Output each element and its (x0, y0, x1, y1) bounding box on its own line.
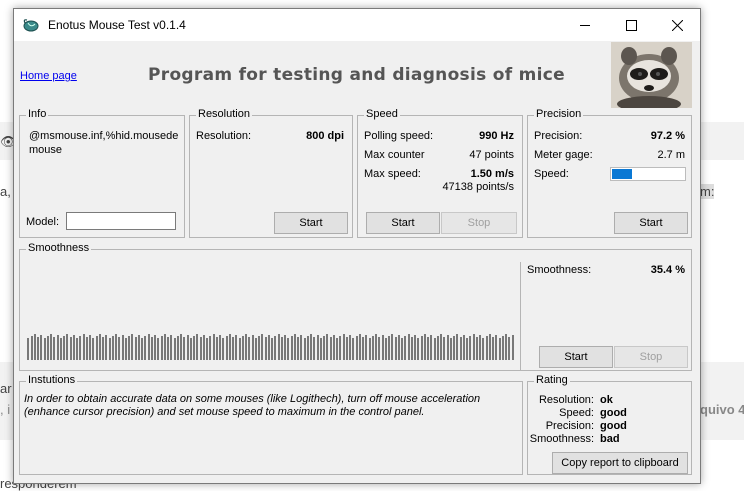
speed-group-title: Speed (364, 108, 400, 120)
resolution-start-button[interactable]: Start (274, 212, 348, 234)
meter-gage-label: Meter gage: (534, 149, 593, 161)
minimize-button[interactable] (562, 9, 608, 41)
rating-key: Resolution: (538, 394, 594, 406)
speed-start-button[interactable]: Start (366, 212, 440, 234)
device-name-line1: @msmouse.inf,%hid.mousede (29, 130, 179, 142)
precision-group: Precision Precision: 97.2 % Meter gage: … (527, 108, 692, 238)
smoothness-plot (27, 334, 514, 360)
background-text-file: quivo 4,8 (700, 402, 744, 417)
app-window: Enotus Mouse Test v0.1.4 Home page Progr… (13, 8, 701, 484)
background-text-m: m: (700, 184, 715, 199)
rating-group: Rating Resolution: ok Speed: good Precisio… (527, 374, 692, 475)
precision-start-button[interactable]: Start (614, 212, 688, 234)
speed-meter-fill (612, 169, 632, 179)
maximize-icon (625, 19, 637, 31)
title-bar[interactable]: Enotus Mouse Test v0.1.4 (14, 9, 700, 41)
polling-speed-label: Polling speed: (364, 130, 434, 142)
background-text-ar: ar (0, 381, 12, 396)
window-title: Enotus Mouse Test v0.1.4 (48, 18, 186, 32)
max-speed-points: 47138 points/s (442, 181, 514, 193)
rating-key: Speed: (559, 407, 594, 419)
speed-meter (610, 167, 686, 181)
rating-value: good (600, 407, 627, 419)
maximize-button[interactable] (608, 9, 654, 41)
precision-label: Precision: (534, 130, 583, 142)
rating-row-resolution: Resolution: ok (522, 394, 613, 406)
instructions-text: In order to obtain accurate data on some… (24, 393, 481, 418)
meter-gage-value: 2.7 m (657, 149, 685, 161)
max-speed-value: 1.50 m/s (470, 168, 514, 180)
max-speed-label: Max speed: (364, 168, 421, 180)
rating-value: ok (600, 394, 613, 406)
precision-speed-label: Speed: (534, 168, 569, 180)
rating-key: Precision: (545, 420, 594, 432)
smoothness-group: Smoothness Smoothness: 35.4 % Start Stop (19, 242, 692, 371)
smoothness-stop-button[interactable]: Stop (614, 346, 688, 368)
instructions-group: Instutions In order to obtain accurate d… (19, 374, 523, 475)
rating-row-precision: Precision: good (522, 420, 627, 432)
background-text-i: , i (0, 402, 11, 417)
page-headline: Program for testing and diagnosis of mic… (148, 65, 565, 85)
resolution-group: Resolution Resolution: 800 dpi Start (189, 108, 353, 238)
max-counter-label: Max counter (364, 149, 425, 161)
smoothness-divider (520, 262, 521, 370)
resolution-label: Resolution: (196, 130, 252, 142)
app-mouse-icon (22, 17, 40, 36)
smoothness-label: Smoothness: (527, 264, 592, 276)
minimize-icon (579, 24, 590, 26)
precision-value: 97.2 % (650, 130, 685, 142)
instructions-group-title: Instutions (26, 374, 78, 386)
background-text-a: a, (0, 184, 11, 199)
home-page-link[interactable]: Home page (20, 70, 77, 82)
smoothness-value: 35.4 % (650, 264, 685, 276)
rating-group-title: Rating (534, 374, 570, 386)
copy-report-button[interactable]: Copy report to clipboard (552, 452, 688, 474)
max-counter-value: 47 points (469, 149, 514, 161)
rating-value: good (600, 420, 627, 432)
smoothness-start-button[interactable]: Start (539, 346, 613, 368)
raccoon-photo (611, 42, 692, 112)
smoothness-group-title: Smoothness (26, 242, 92, 254)
model-input[interactable] (66, 212, 176, 230)
precision-group-title: Precision (534, 108, 584, 120)
polling-speed-value: 990 Hz (479, 130, 514, 142)
rating-row-speed: Speed: good (522, 407, 627, 419)
rating-key: Smoothness: (529, 433, 594, 445)
close-button[interactable] (654, 9, 700, 41)
speed-stop-button[interactable]: Stop (441, 212, 517, 234)
resolution-group-title: Resolution (196, 108, 252, 120)
rating-value: bad (600, 433, 620, 445)
info-group: Info @msmouse.inf,%hid.mousede mouse Mod… (19, 108, 185, 238)
close-icon (671, 19, 683, 31)
model-label: Model: (26, 216, 60, 228)
rating-row-smoothness: Smoothness: bad (522, 433, 620, 445)
speed-group: Speed Polling speed: 990 Hz Max counter … (357, 108, 523, 238)
info-group-title: Info (26, 108, 49, 120)
device-name-line2: mouse (29, 144, 63, 156)
resolution-value: 800 dpi (306, 130, 344, 142)
